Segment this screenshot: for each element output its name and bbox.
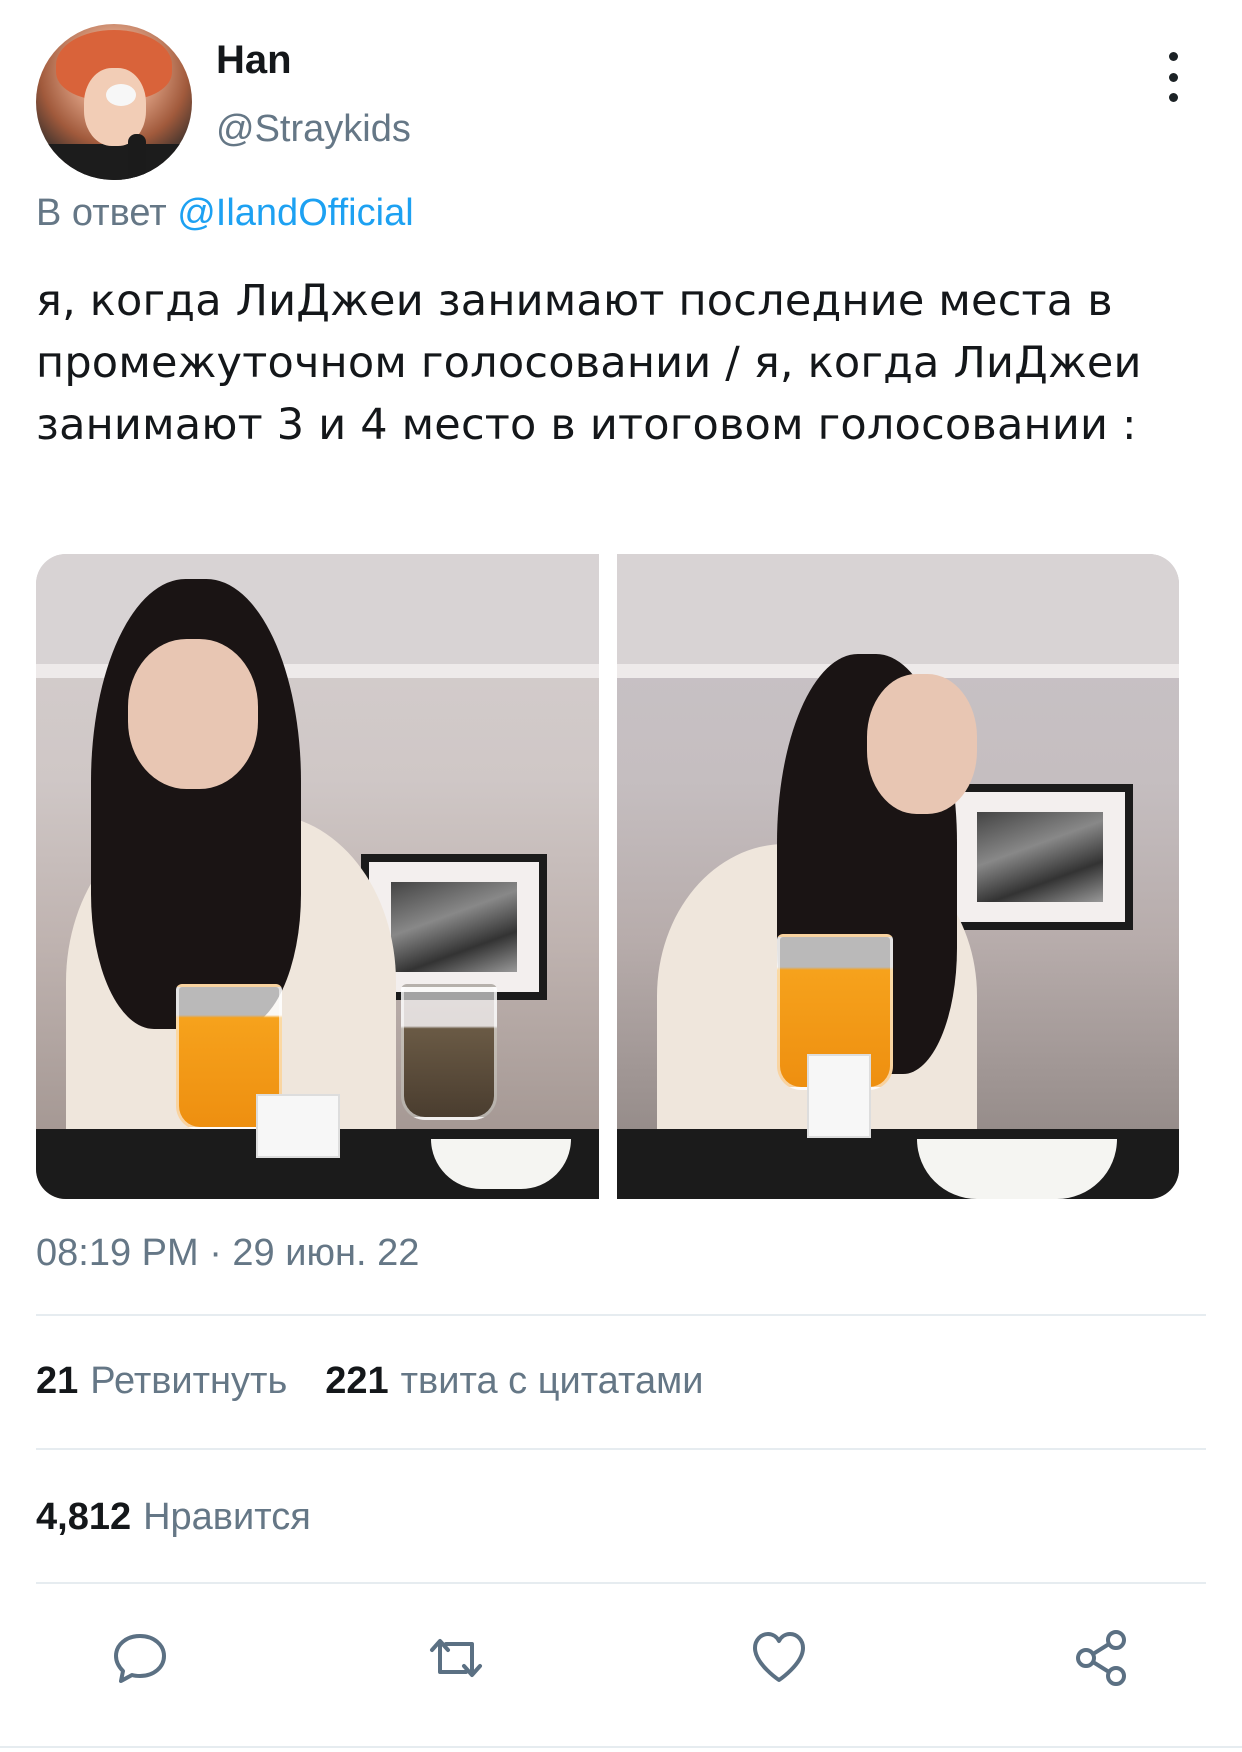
photo-person-face — [866, 674, 977, 814]
display-name[interactable]: Han — [216, 38, 292, 83]
more-options-icon[interactable] — [1160, 52, 1186, 102]
photo-ceiling — [616, 554, 1179, 674]
more-dot — [1168, 93, 1178, 102]
avatar-shirt — [36, 144, 192, 180]
likes-stat[interactable]: 4,812 Нравится — [36, 1496, 311, 1539]
quotes-stat[interactable]: 221 твита с цитатами — [325, 1360, 703, 1403]
avatar[interactable] — [36, 24, 192, 180]
reply-context: В ответ @IlandOfficial — [36, 192, 414, 235]
tweet-actions — [0, 1628, 1242, 1688]
retweets-label: Ретвитнуть — [90, 1360, 288, 1402]
engagement-stats: 21 Ретвитнуть 221 твита с цитатами — [36, 1360, 703, 1403]
reply-icon[interactable] — [110, 1628, 170, 1688]
user-handle[interactable]: @Straykids — [216, 108, 411, 151]
divider — [36, 1314, 1206, 1316]
more-dot — [1168, 52, 1178, 61]
photo-table-card — [806, 1054, 871, 1138]
tweet-media — [36, 554, 1179, 1199]
reply-prefix: В ответ — [36, 192, 167, 234]
avatar-microphone — [128, 134, 146, 180]
divider — [36, 1582, 1206, 1584]
avatar-eye-patch — [106, 84, 136, 106]
retweet-icon[interactable] — [426, 1628, 486, 1688]
share-icon[interactable] — [1072, 1628, 1132, 1688]
photo-salad-bowl — [916, 1139, 1117, 1199]
media-photo-2[interactable] — [616, 554, 1179, 1199]
bottom-divider — [0, 1746, 1242, 1748]
media-photo-1[interactable] — [36, 554, 599, 1199]
reply-mention-link[interactable]: @IlandOfficial — [177, 192, 413, 234]
tweet-text: я, когда ЛиДжеи занимают последние места… — [36, 276, 1142, 450]
likes-count: 4,812 — [36, 1496, 132, 1538]
retweets-count: 21 — [36, 1360, 79, 1402]
photo-drink-glass — [401, 984, 497, 1120]
quotes-label: твита с цитатами — [400, 1360, 704, 1402]
quotes-count: 221 — [325, 1360, 389, 1402]
divider — [36, 1448, 1206, 1450]
photo-table-card — [256, 1094, 340, 1158]
tweet-detail: Han @Straykids В ответ @IlandOfficial я,… — [0, 0, 1242, 1752]
photo-wall-frame — [946, 784, 1133, 930]
more-dot — [1168, 72, 1178, 82]
heart-icon[interactable] — [749, 1628, 809, 1688]
tweet-timestamp[interactable]: 08:19 PM · 29 июн. 22 — [36, 1232, 419, 1275]
retweets-stat[interactable]: 21 Ретвитнуть — [36, 1360, 287, 1403]
photo-person-face — [128, 639, 258, 789]
likes-label: Нравится — [143, 1496, 311, 1538]
